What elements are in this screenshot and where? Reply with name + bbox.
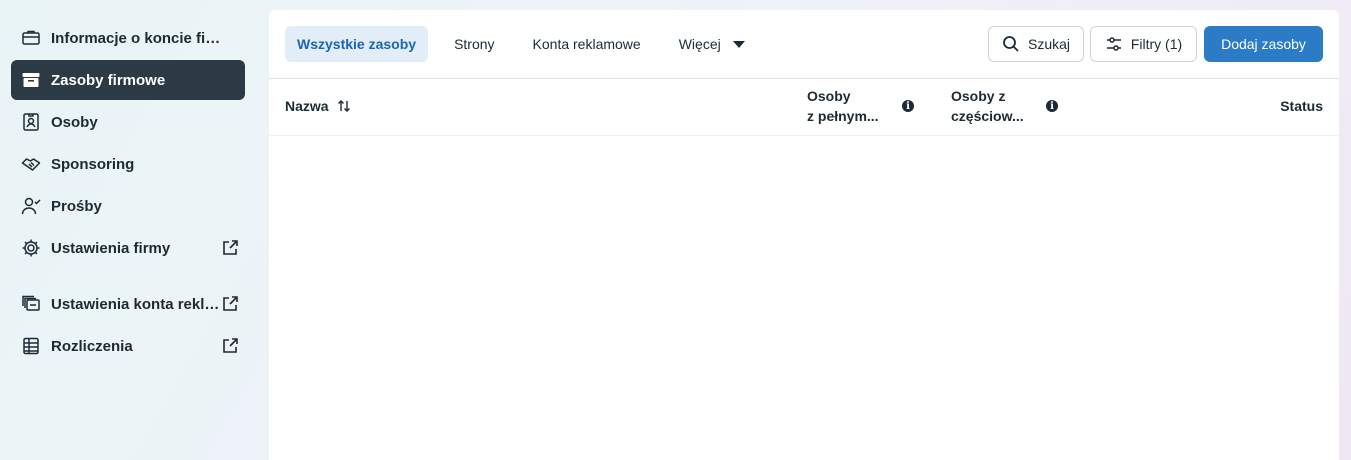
column-full-access-line1: Osoby bbox=[807, 88, 851, 104]
sidebar-item-label: Ustawienia firmy bbox=[51, 239, 171, 257]
sidebar-item-label: Sponsoring bbox=[51, 155, 135, 173]
sidebar-item-requests[interactable]: Prośby bbox=[11, 186, 245, 226]
search-button[interactable]: Szukaj bbox=[988, 26, 1084, 62]
sidebar-item-label: Osoby bbox=[51, 113, 98, 131]
filters-button[interactable]: Filtry (1) bbox=[1090, 26, 1197, 62]
search-button-label: Szukaj bbox=[1027, 36, 1071, 52]
tab-ad-accounts[interactable]: Konta reklamowe bbox=[521, 26, 653, 62]
user-check-icon bbox=[21, 196, 41, 216]
column-partial-access-header: Osoby z częściow... bbox=[951, 86, 1024, 126]
column-partial-access-line1: Osoby z bbox=[951, 88, 1006, 104]
column-status-header: Status bbox=[1280, 98, 1323, 114]
sidebar-item-business-settings[interactable]: Ustawienia firmy bbox=[11, 228, 245, 268]
info-icon[interactable]: i bbox=[902, 100, 914, 112]
tab-all-assets[interactable]: Wszystkie zasoby bbox=[285, 26, 429, 62]
column-name-header[interactable]: Nazwa bbox=[285, 96, 351, 116]
sidebar-item-label: Ustawienia konta rekla... bbox=[51, 295, 223, 313]
caret-down-icon bbox=[732, 40, 745, 48]
sidebar: Informacje o koncie firm... Zasoby firmo… bbox=[0, 0, 269, 460]
id-badge-icon bbox=[21, 112, 41, 132]
sidebar-item-business-assets[interactable]: Zasoby firmowe bbox=[11, 60, 245, 100]
sidebar-item-sponsoring[interactable]: Sponsoring bbox=[11, 144, 245, 184]
column-partial-access-line2: częściow... bbox=[951, 108, 1024, 124]
column-name-label: Nazwa bbox=[285, 98, 329, 114]
add-assets-button[interactable]: Dodaj zasoby bbox=[1204, 26, 1323, 62]
search-icon bbox=[1003, 36, 1019, 52]
external-link-icon bbox=[223, 240, 238, 255]
sidebar-item-label: Rozliczenia bbox=[51, 337, 133, 355]
tab-more-label: Więcej bbox=[678, 36, 721, 52]
assets-panel: Wszystkie zasoby Strony Konta reklamowe … bbox=[269, 10, 1339, 460]
sidebar-item-label: Prośby bbox=[51, 197, 102, 215]
sort-icon bbox=[337, 100, 350, 112]
filters-button-label: Filtry (1) bbox=[1130, 36, 1183, 52]
gear-icon bbox=[21, 238, 41, 258]
table-header: Nazwa Osoby z pełnym... i Osoby z części… bbox=[269, 79, 1339, 136]
sidebar-item-people[interactable]: Osoby bbox=[11, 102, 245, 142]
info-icon[interactable]: i bbox=[1046, 100, 1058, 112]
sidebar-item-ad-account-settings[interactable]: Ustawienia konta rekla... bbox=[11, 284, 245, 324]
billing-stack-icon bbox=[21, 336, 41, 356]
external-link-icon bbox=[223, 296, 238, 311]
ad-cards-icon bbox=[21, 294, 41, 314]
handshake-icon bbox=[21, 154, 41, 174]
tab-more[interactable]: Więcej bbox=[667, 26, 757, 62]
sidebar-item-billing[interactable]: Rozliczenia bbox=[11, 326, 245, 366]
column-full-access-line2: z pełnym... bbox=[807, 108, 879, 124]
tab-pages[interactable]: Strony bbox=[442, 26, 506, 62]
sidebar-item-account-info[interactable]: Informacje o koncie firm... bbox=[11, 18, 245, 58]
sidebar-item-label: Zasoby firmowe bbox=[51, 71, 166, 89]
external-link-icon bbox=[223, 338, 238, 353]
sliders-icon bbox=[1106, 37, 1121, 51]
asset-tabs: Wszystkie zasoby Strony Konta reklamowe … bbox=[285, 26, 771, 62]
briefcase-icon bbox=[21, 28, 41, 48]
archive-box-icon bbox=[21, 70, 41, 90]
column-full-access-header: Osoby z pełnym... bbox=[807, 86, 879, 126]
sidebar-item-label: Informacje o koncie firm... bbox=[51, 29, 223, 47]
